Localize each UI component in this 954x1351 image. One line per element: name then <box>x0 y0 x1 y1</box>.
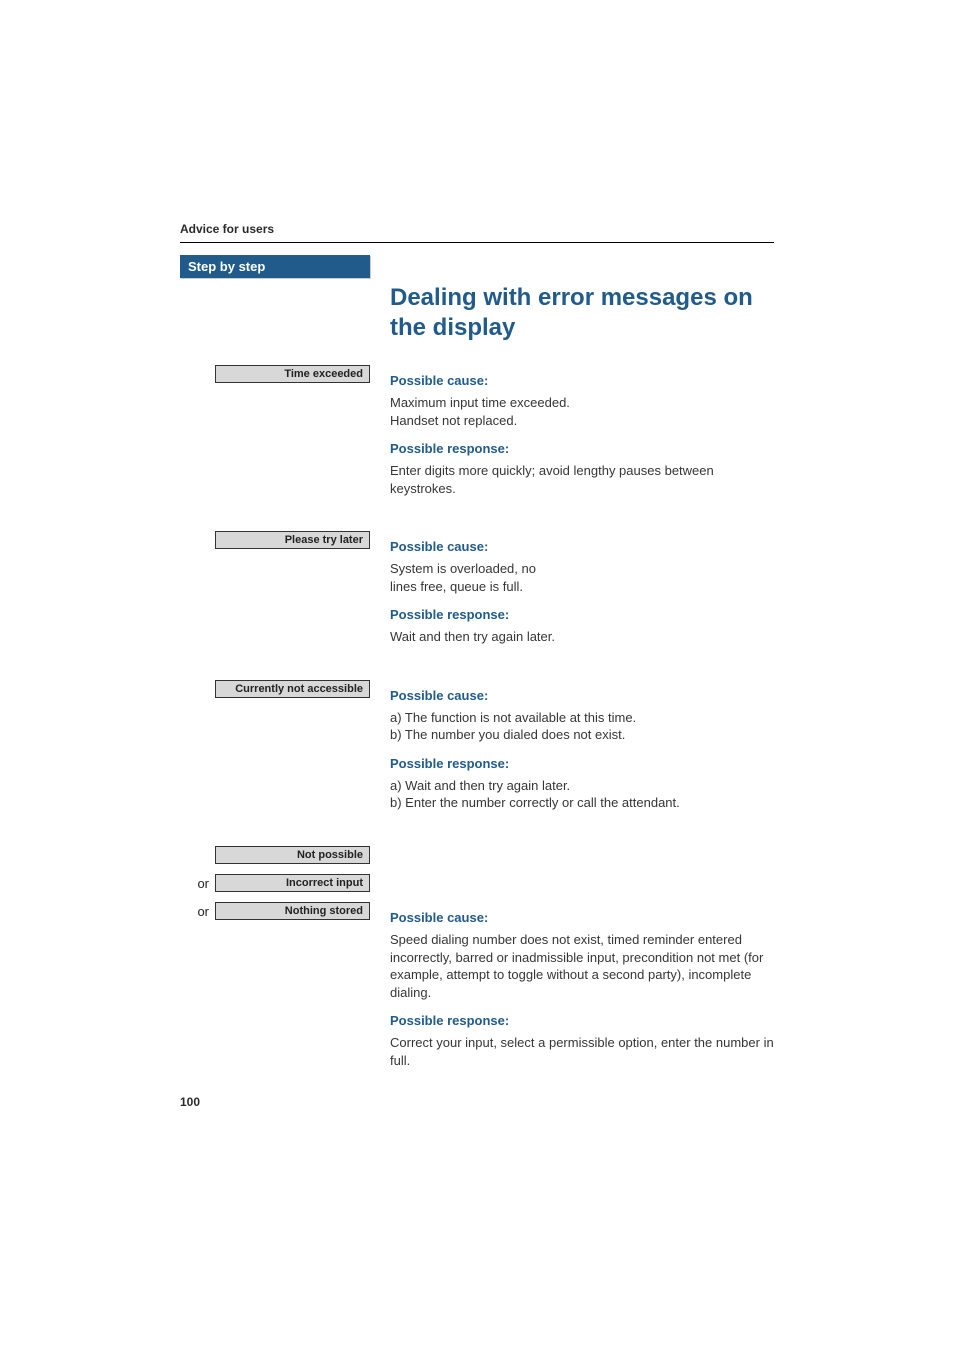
display-message-label: Please try later <box>215 531 370 549</box>
row-heading: Step by step Dealing with error messages… <box>180 255 774 361</box>
row-display-notpossible: Not possible <box>180 842 774 864</box>
main-heading: Dealing with error messages on the displ… <box>390 283 774 343</box>
section-spacer <box>180 507 774 527</box>
header-divider <box>180 242 774 243</box>
page-number: 100 <box>180 1095 200 1109</box>
display-message-box: or Nothing stored <box>180 902 370 920</box>
response-text: a) Wait and then try again later. b) Ent… <box>390 777 774 812</box>
display-message-box: Not possible <box>180 846 370 864</box>
cause-text: Maximum input time exceeded. Handset not… <box>390 394 774 429</box>
cause-line: lines free, queue is full. <box>390 579 523 594</box>
cause-heading: Possible cause: <box>390 539 774 554</box>
display-message-box: Currently not accessible <box>180 680 370 698</box>
cause-line: b) The number you dialed does not exist. <box>390 727 625 742</box>
section-spacer <box>180 656 774 676</box>
page: Advice for users Step by step Dealing wi… <box>0 0 954 1139</box>
response-heading: Possible response: <box>390 441 774 456</box>
page-header: Advice for users <box>180 220 774 243</box>
cause-heading: Possible cause: <box>390 688 774 703</box>
response-heading: Possible response: <box>390 607 774 622</box>
step-by-step-badge: Step by step <box>180 255 370 278</box>
header-title: Advice for users <box>180 222 274 236</box>
row-display-incorrect: or Incorrect input <box>180 870 774 892</box>
row-section-3: Currently not accessible Possible cause:… <box>180 676 774 822</box>
row-section-1: Time exceeded Possible cause: Maximum in… <box>180 361 774 507</box>
row-section-4: or Nothing stored Possible cause: Speed … <box>180 898 774 1079</box>
response-text: Enter digits more quickly; avoid lengthy… <box>390 462 774 497</box>
cause-line: Maximum input time exceeded. <box>390 395 570 410</box>
response-heading: Possible response: <box>390 1013 774 1028</box>
cause-text: Speed dialing number does not exist, tim… <box>390 931 774 1001</box>
display-message-label: Not possible <box>215 846 370 864</box>
cause-line: System is overloaded, no <box>390 561 536 576</box>
display-message-box: Time exceeded <box>180 365 370 383</box>
cause-line: a) The function is not available at this… <box>390 710 636 725</box>
display-message-label: Nothing stored <box>215 902 370 920</box>
response-heading: Possible response: <box>390 756 774 771</box>
row-section-2: Please try later Possible cause: System … <box>180 527 774 656</box>
cause-text: a) The function is not available at this… <box>390 709 774 744</box>
or-label: or <box>197 904 209 919</box>
display-message-label: Incorrect input <box>215 874 370 892</box>
cause-line: Handset not replaced. <box>390 413 517 428</box>
cause-heading: Possible cause: <box>390 910 774 925</box>
display-message-box: Please try later <box>180 531 370 549</box>
cause-heading: Possible cause: <box>390 373 774 388</box>
display-message-box: or Incorrect input <box>180 874 370 892</box>
or-label: or <box>197 876 209 891</box>
section-spacer <box>180 822 774 842</box>
cause-text: System is overloaded, no lines free, que… <box>390 560 774 595</box>
response-line: b) Enter the number correctly or call th… <box>390 795 680 810</box>
display-message-label: Currently not accessible <box>215 680 370 698</box>
display-message-label: Time exceeded <box>215 365 370 383</box>
response-text: Wait and then try again later. <box>390 628 774 646</box>
response-text: Correct your input, select a permissible… <box>390 1034 774 1069</box>
response-line: a) Wait and then try again later. <box>390 778 570 793</box>
